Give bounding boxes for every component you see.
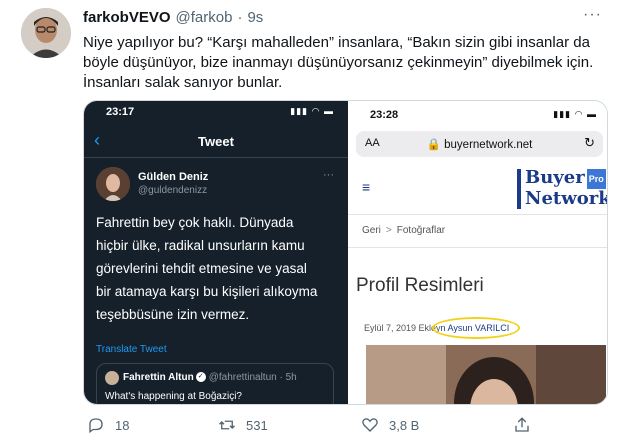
url-text: 🔒 buyernetwork.net: [426, 139, 533, 151]
tweet-text: Niye yapılıyor bu? “Karşı mahalleden” in…: [83, 33, 608, 93]
author-name[interactable]: farkobVEVO: [83, 9, 171, 26]
tweet-header: farkobVEVO @farkob · 9s: [83, 9, 263, 26]
embedded-quote: Fahrettin Altun ✓ @fahrettinaltun · 5h Wha…: [96, 363, 334, 404]
like-button[interactable]: 3,8 B: [361, 416, 419, 434]
quote-avatar: [105, 371, 119, 385]
like-count: 3,8 B: [389, 417, 420, 433]
header-separator: ·: [237, 9, 243, 26]
author-avatar[interactable]: [21, 8, 71, 58]
heart-icon: [362, 418, 378, 432]
quote-handle: @fahrettinaltun · 5h: [208, 372, 297, 383]
logo-pro-badge: Pro: [586, 169, 606, 189]
reply-icon: [89, 418, 103, 434]
tweet-media[interactable]: 23:17 ▮▮▮ ◠ ▬ ‹ Tweet Gülden Deniz @guld…: [83, 100, 608, 405]
divider: [348, 247, 607, 248]
site-header: ≡ Buyer Pro Network: [348, 165, 607, 215]
body-line: teşebbüsüne izin vermez.: [96, 307, 250, 322]
quote-text: What's happening at Boğaziçi?: [105, 391, 242, 402]
status-time: 23:17: [106, 106, 135, 118]
tweet-actions: 18 531 3,8 B: [83, 416, 608, 436]
share-button[interactable]: [513, 416, 531, 434]
user-handle: @guldendenizz: [138, 185, 208, 196]
breadcrumb-back: Geri: [362, 225, 381, 236]
status-time: 23:28: [370, 109, 399, 121]
highlight-circle: [432, 317, 520, 339]
profile-photo: [366, 345, 606, 404]
screen-title: Tweet: [198, 134, 234, 149]
retweet-button[interactable]: 531: [218, 416, 268, 434]
tweet-text-line: Niye yapılıyor bu? “Karşı mahalleden” in…: [83, 34, 590, 51]
tweet-timestamp[interactable]: 9s: [247, 9, 263, 26]
breadcrumb: Geri > Fotoğraflar: [362, 225, 445, 236]
browser-url-bar: AA 🔒 buyernetwork.net ↻: [356, 131, 603, 157]
media-image-website-screenshot[interactable]: 23:28 ▮▮▮ ◠ ▬ AA 🔒 buyernetwork.net ↻ ≡ …: [348, 101, 607, 404]
share-icon: [515, 417, 529, 432]
more-options-icon: ···: [323, 169, 334, 181]
site-logo: Buyer Pro Network: [517, 169, 607, 209]
tweet-text-line: İnsanları salak sanıyor bunlar.: [83, 74, 283, 91]
body-line: Fahrettin bey çok haklı. Dünyada: [96, 215, 294, 230]
verified-icon: ✓: [195, 372, 206, 383]
tweet-text-line: böyle düşünüyor, bize inanmayı düşünüyor…: [83, 54, 594, 71]
reply-count: 18: [115, 417, 130, 433]
quote-author: Fahrettin Altun ✓ @fahrettinaltun · 5h: [123, 372, 297, 383]
media-image-twitter-screenshot[interactable]: 23:17 ▮▮▮ ◠ ▬ ‹ Tweet Gülden Deniz @guld…: [84, 101, 348, 404]
quoted-tweet-body: Fahrettin bey çok haklı. Dünyada hiçbir …: [96, 211, 341, 326]
tweet: farkobVEVO @farkob · 9s ··· Niye yapılıy…: [0, 0, 620, 445]
retweet-icon: [219, 420, 235, 430]
status-icons: ▮▮▮ ◠ ▬: [290, 106, 334, 116]
breadcrumb-current: Fotoğraflar: [396, 225, 446, 236]
translate-link: Translate Tweet: [96, 344, 167, 355]
body-line: hiçbir ülke, radikal unsurların kamu: [96, 238, 305, 253]
breadcrumb-separator: >: [385, 225, 392, 236]
quote-name: Fahrettin Altun: [123, 372, 194, 383]
user-avatar: [96, 167, 130, 201]
menu-icon: ≡: [362, 179, 371, 195]
author-handle[interactable]: @farkob: [176, 9, 233, 26]
reply-button[interactable]: 18: [87, 416, 129, 434]
status-icons: ▮▮▮ ◠ ▬: [553, 109, 597, 119]
body-line: bir atamaya karşı bu kişileri alıkoyma: [96, 284, 318, 299]
retweet-count: 531: [246, 417, 268, 433]
page-heading: Profil Resimleri: [356, 275, 484, 296]
user-name: Gülden Deniz: [138, 171, 209, 183]
logo-word-2: Network: [525, 188, 608, 209]
reload-icon: ↻: [584, 135, 595, 150]
more-options-icon[interactable]: ···: [583, 6, 602, 24]
logo-word-1: Buyer: [525, 167, 585, 188]
body-line: görevlerini tehdit etmesine ve yasal: [96, 261, 307, 276]
post-date: Eylül 7, 2019 Ekley: [364, 323, 441, 333]
divider: [84, 157, 348, 158]
